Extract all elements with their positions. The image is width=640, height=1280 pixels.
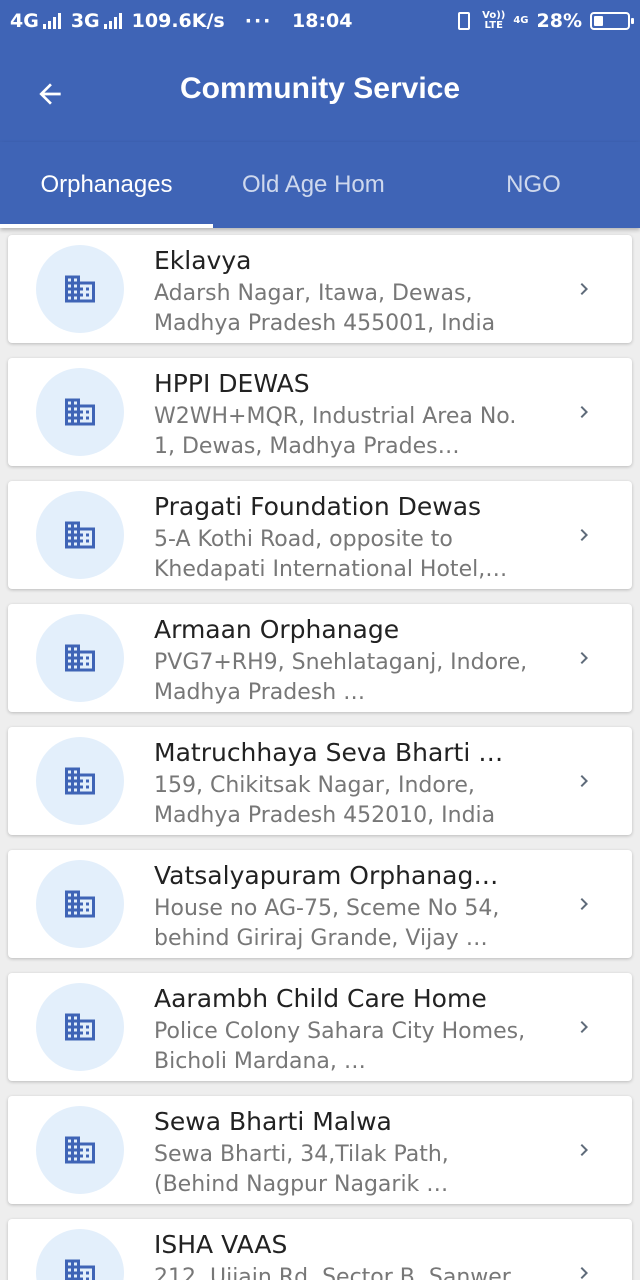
item-address: Sewa Bharti, 34,Tilak Path, (Behind Nagp…	[154, 1142, 449, 1197]
item-name: HPPI DEWAS	[154, 369, 310, 398]
item-address: Adarsh Nagar, Itawa, Dewas, Madhya Prade…	[154, 281, 496, 336]
tab-orphanages[interactable]: Orphanages	[0, 142, 213, 228]
item-name: Sewa Bharti Malwa	[154, 1107, 392, 1136]
item-name: Pragati Foundation Dewas	[154, 492, 482, 521]
item-address: House no AG-75, Sceme No 54, behind Giri…	[154, 896, 500, 951]
item-address: PVG7+RH9, Snehlataganj, Indore, Madhya P…	[154, 650, 528, 705]
tab-bar: Orphanages Old Age Hom NGO	[0, 142, 640, 228]
avatar	[36, 614, 124, 702]
chevron-right-icon	[580, 1021, 588, 1033]
item-name: Vatsalyapuram Orphanag…	[154, 861, 499, 890]
avatar	[36, 491, 124, 579]
list-item[interactable]: Aarambh Child Care Home Police Colony Sa…	[8, 973, 632, 1081]
signal-strength-icon	[103, 13, 124, 29]
page-title: Community Service	[179, 72, 461, 105]
chevron-right-icon	[580, 529, 588, 541]
battery-percent: 28%	[536, 10, 582, 32]
app-bar: Community Service	[0, 42, 640, 142]
building-icon	[65, 890, 95, 918]
item-address: 5-A Kothi Road, opposite to Khedapati In…	[154, 527, 508, 582]
status-bar-left: 4G 3G 109.6K/s ···	[10, 10, 272, 32]
tab-old-age-homes[interactable]: Old Age Hom	[213, 142, 397, 228]
avatar	[36, 1229, 124, 1280]
avatar	[36, 860, 124, 948]
list-item[interactable]: Armaan Orphanage PVG7+RH9, Snehlataganj,…	[8, 604, 632, 712]
network-type-3: 4G	[513, 15, 529, 26]
building-icon	[65, 1259, 95, 1280]
status-bar: 4G 3G 109.6K/s ··· 18:04 Vo)) LTE 4G 28%	[0, 0, 640, 42]
vibrate-icon	[458, 12, 471, 30]
avatar	[36, 983, 124, 1071]
building-icon	[65, 521, 95, 549]
avatar	[36, 1106, 124, 1194]
network-type-1: 4G	[10, 10, 39, 32]
volte-icon: Vo)) LTE	[482, 11, 505, 31]
chevron-right-icon	[580, 652, 588, 664]
item-name: Matruchhaya Seva Bharti …	[154, 738, 504, 767]
tab-ngo[interactable]: NGO	[427, 142, 640, 228]
item-address: Police Colony Sahara City Homes, Bicholi…	[154, 1019, 526, 1074]
list-item[interactable]: Sewa Bharti Malwa Sewa Bharti, 34,Tilak …	[8, 1096, 632, 1204]
building-icon	[65, 275, 95, 303]
item-name: Eklavya	[154, 246, 252, 275]
list-item[interactable]: HPPI DEWAS W2WH+MQR, Industrial Area No.…	[8, 358, 632, 466]
network-type-2: 3G	[70, 10, 100, 32]
battery-icon	[590, 12, 634, 30]
more-notifications-icon: ···	[244, 10, 273, 32]
building-icon	[65, 398, 95, 426]
signal-strength-icon	[42, 13, 63, 29]
clock: 18:04	[292, 10, 353, 32]
building-icon	[65, 644, 95, 672]
chevron-right-icon	[580, 1144, 588, 1156]
list-item[interactable]: Vatsalyapuram Orphanag… House no AG-75, …	[8, 850, 632, 958]
chevron-right-icon	[580, 283, 588, 295]
network-speed: 109.6K/s	[131, 10, 225, 32]
service-list[interactable]: Eklavya Adarsh Nagar, Itawa, Dewas, Madh…	[0, 228, 640, 1280]
item-address: 159, Chikitsak Nagar, Indore, Madhya Pra…	[154, 773, 496, 828]
chevron-right-icon	[580, 898, 588, 910]
list-item[interactable]: ISHA VAAS 212, Ujjain Rd, Sector B, Sanw…	[8, 1219, 632, 1280]
building-icon	[65, 1013, 95, 1041]
avatar	[36, 245, 124, 333]
chevron-right-icon	[580, 406, 588, 418]
item-name: ISHA VAAS	[154, 1230, 288, 1259]
item-name: Armaan Orphanage	[154, 615, 400, 644]
chevron-right-icon	[580, 775, 588, 787]
list-item[interactable]: Matruchhaya Seva Bharti … 159, Chikitsak…	[8, 727, 632, 835]
item-address: W2WH+MQR, Industrial Area No. 1, Dewas, …	[154, 404, 517, 459]
avatar	[36, 368, 124, 456]
list-item[interactable]: Eklavya Adarsh Nagar, Itawa, Dewas, Madh…	[8, 235, 632, 343]
status-bar-right: Vo)) LTE 4G 28%	[458, 10, 634, 32]
item-address: 212, Ujjain Rd, Sector B, Sanwer	[154, 1265, 511, 1280]
chevron-right-icon	[580, 1267, 588, 1279]
avatar	[36, 737, 124, 825]
building-icon	[65, 1136, 95, 1164]
item-name: Aarambh Child Care Home	[154, 984, 487, 1013]
volte-bottom: LTE	[484, 20, 503, 31]
building-icon	[65, 767, 95, 795]
list-item[interactable]: Pragati Foundation Dewas 5-A Kothi Road,…	[8, 481, 632, 589]
